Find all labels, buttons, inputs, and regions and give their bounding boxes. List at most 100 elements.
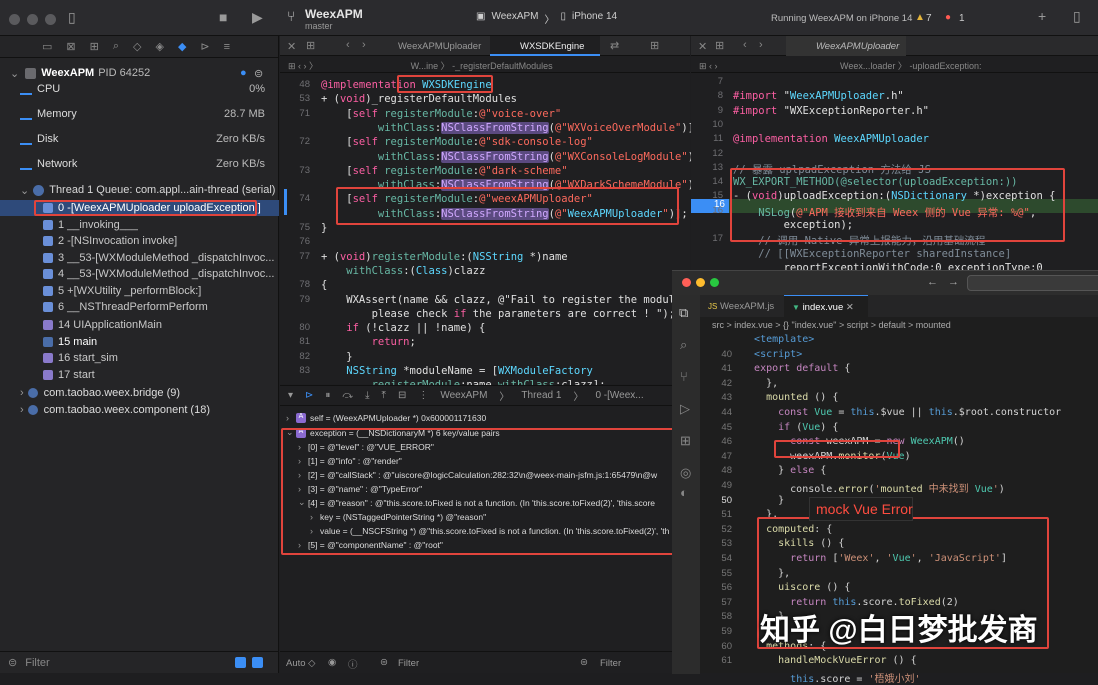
grid-icon[interactable]: ⊞ [699,61,707,71]
tab-weexapmuploader[interactable]: WeexAPMUploader [398,41,481,52]
inspector-toggle-icon[interactable]: ▯ [1073,8,1081,25]
forward-icon[interactable]: › [759,39,763,51]
close-icon[interactable]: ✕ [698,40,707,53]
pause-icon[interactable]: ⏸ [325,390,330,401]
tab-weexapmuploader-right[interactable]: WeexAPMUploader [786,36,906,56]
info-icon[interactable]: ● [240,67,247,79]
thread-path[interactable]: Thread 1 [521,390,561,401]
process-row[interactable]: ⌄ WeexAPM PID 64252 ● ⊜ [0,65,279,81]
console-filter-input[interactable]: Filter [600,658,621,669]
variables-filter-input[interactable]: Filter [398,658,419,669]
command-center-input[interactable] [967,275,1098,291]
stack-frame[interactable]: 14 UIApplicationMain [0,317,279,333]
close-icon[interactable]: ✕ [287,40,296,53]
close-icon[interactable]: ✕ [846,302,854,313]
stack-frame[interactable]: 1 __invoking___ [0,217,279,233]
zoom-window-button[interactable] [45,14,56,25]
tab-wxsdkengine[interactable]: WXSDKEngine [490,36,600,56]
add-icon[interactable]: + [1038,8,1046,24]
memory-graph-icon[interactable]: ⋮ [418,390,428,401]
line-number: 51 [721,509,732,521]
process-path[interactable]: WeexAPM [440,390,487,401]
frame-icon [43,220,53,230]
gauge-row[interactable]: Disk Zero KB/s [0,131,279,151]
related-items-icon[interactable]: ⊞ [306,39,315,52]
minimize-window-button[interactable] [696,278,705,287]
breadcrumb-method[interactable]: -uploadException: [909,61,981,71]
stack-frame[interactable]: 2 -[NSInvocation invoke] [0,233,279,249]
sidebar-toggle-icon[interactable]: ▯ [68,9,76,26]
step-out-icon[interactable]: ⤒ [382,390,386,401]
stack-frame[interactable]: 16 start_sim [0,350,279,366]
close-window-button[interactable] [682,278,691,287]
run-icon[interactable]: ▶ [252,9,263,26]
close-window-button[interactable] [9,14,20,25]
info-icon[interactable]: ⓘ [348,657,358,671]
queue-row[interactable]: › com.taobao.weex.bridge (9) [20,385,180,401]
github-icon[interactable]: ◎ [680,465,691,481]
report-icon[interactable]: ≡ [224,41,230,53]
variable-scope-selector[interactable]: Auto ◇ [286,658,316,669]
stack-frame[interactable]: 17 start [0,367,279,383]
stack-frame[interactable]: 5 +[WXUtility _performBlock:] [0,283,279,299]
find-icon[interactable]: ⌕ [113,40,119,53]
symbol-icon[interactable]: ⊞ [90,40,99,53]
stop-icon[interactable]: ■ [219,9,227,25]
debug-icon[interactable]: ◆ [178,40,186,53]
eye-icon[interactable]: ◉ [328,657,336,668]
step-over-icon[interactable]: ⤼ [342,390,353,401]
back-icon[interactable]: ← [927,276,938,288]
stack-frame[interactable]: 15 main [0,334,279,350]
step-in-icon[interactable]: ⤓ [365,390,369,401]
filter-input[interactable]: Filter [25,657,49,669]
vscode-breadcrumb[interactable]: src > index.vue > {} "index.vue" > scrip… [712,320,951,330]
issue-icon[interactable]: ◇ [133,40,141,53]
search-icon[interactable]: ⌕ [680,337,687,353]
folder-icon[interactable]: ▭ [42,40,52,53]
test-icon[interactable]: ◈ [155,40,163,53]
error-icon[interactable]: ● [945,12,951,23]
back-icon[interactable]: ‹ [743,39,747,51]
minimize-window-button[interactable] [27,14,38,25]
tab-weexapm-js[interactable]: JS WeexAPM.js [700,295,784,317]
zoom-window-button[interactable] [710,278,719,287]
run-debug-icon[interactable]: ▷ [680,401,690,417]
scheme-selector[interactable]: ▣ WeexAPM 〉 ▯ iPhone 14 [476,11,617,26]
related-items-icon[interactable]: ⊞ [715,39,724,52]
add-editor-icon[interactable]: ⊞ [650,39,659,52]
explorer-icon[interactable]: ⧉ [679,305,688,321]
stack-frame[interactable]: 6 __NSThreadPerformPerform [0,299,279,315]
variable-row[interactable]: › Aself = (WeexAPMUploader *) 0x600001171… [286,411,671,424]
forward-icon[interactable]: › [362,39,366,51]
breadcrumb-file[interactable]: Weex...loader [840,61,895,71]
code-line: const Vue = this.$vue || this.$root.cons… [778,407,1062,418]
grid-icon[interactable]: ⊞ [288,61,296,71]
breadcrumb-file[interactable]: W...ine [411,61,439,71]
thread-row[interactable]: ⌄ Thread 1 Queue: com.appl...ain-thread … [0,182,279,198]
options-icon[interactable]: ⊜ [254,67,263,80]
warning-icon[interactable]: ▲ [915,12,925,23]
filter-option-icon[interactable] [235,657,246,668]
source-control-icon[interactable]: ⑂ [680,369,688,384]
gauge-row[interactable]: Memory 28.7 MB [0,106,279,126]
back-icon[interactable]: ‹ [346,39,350,51]
breakpoint-icon[interactable]: ⊳ [200,40,209,53]
code-review-icon[interactable]: ⇄ [610,39,619,52]
source-control-icon[interactable]: ⊠ [66,40,75,53]
forward-icon[interactable]: → [948,276,959,288]
extra-icon[interactable]: ◐ [680,485,688,500]
view-hierarchy-icon[interactable]: ⊟ [398,390,406,401]
breadcrumb-method[interactable]: -_registerDefaultModules [452,61,553,71]
frame-path[interactable]: 0 -[Weex... [595,390,643,401]
hide-debug-icon[interactable]: ▾ [288,390,293,401]
line-number: 77 [299,250,310,262]
breakpoints-icon[interactable]: ⊳ [305,390,313,401]
extensions-icon[interactable]: ⊞ [680,433,691,449]
gauge-row[interactable]: Network Zero KB/s [0,156,279,176]
queue-row[interactable]: › com.taobao.weex.component (18) [20,402,210,418]
stack-frame[interactable]: 3 __53-[WXModuleMethod _dispatchInvoc... [0,250,279,266]
stack-frame[interactable]: 4 __53-[WXModuleMethod _dispatchInvoc... [0,266,279,282]
filter-option-icon[interactable] [252,657,263,668]
tab-index-vue[interactable]: ▼ index.vue ✕ [784,295,868,317]
gauge-row[interactable]: CPU 0% [0,81,279,101]
